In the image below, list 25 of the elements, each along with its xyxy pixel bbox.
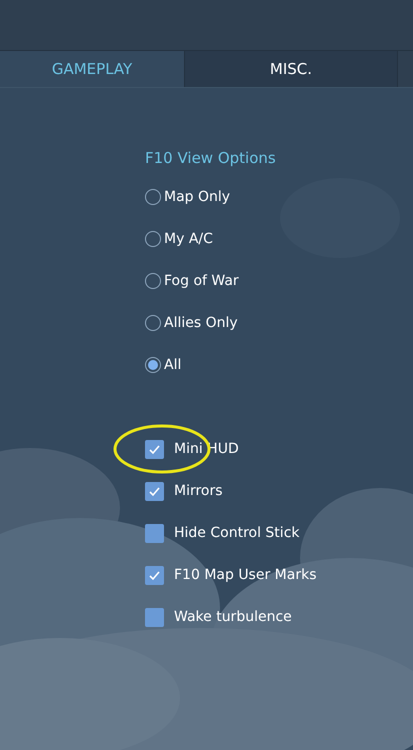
- checkbox[interactable]: [145, 608, 164, 626]
- checkbox[interactable]: [145, 482, 164, 500]
- checkbox-label: Mirrors: [174, 482, 223, 500]
- option-label: My A/C: [164, 230, 213, 248]
- checkbox-label: Hide Control Stick: [174, 524, 300, 542]
- tab-strip-background: [398, 51, 413, 87]
- checkbox[interactable]: [145, 440, 164, 458]
- option-label: All: [164, 356, 182, 374]
- checkbox[interactable]: [145, 524, 164, 542]
- check-icon: [148, 442, 161, 456]
- radio-button[interactable]: [145, 273, 161, 289]
- radio-button[interactable]: [145, 231, 161, 247]
- radio-button[interactable]: [145, 357, 161, 373]
- section-title: F10 View Options: [145, 148, 277, 168]
- radio-button[interactable]: [145, 189, 161, 205]
- checkbox-label: F10 Map User Marks: [174, 566, 316, 584]
- check-icon: [148, 568, 161, 582]
- option-label: Fog of War: [164, 272, 239, 290]
- option-label: Map Only: [164, 188, 230, 206]
- check-icon: [148, 484, 161, 498]
- tab[interactable]: MISC.: [185, 51, 398, 87]
- option-label: Allies Only: [164, 314, 238, 332]
- checkbox[interactable]: [145, 566, 164, 584]
- checkbox-label: Wake turbulence: [174, 608, 292, 626]
- radio-button[interactable]: [145, 315, 161, 331]
